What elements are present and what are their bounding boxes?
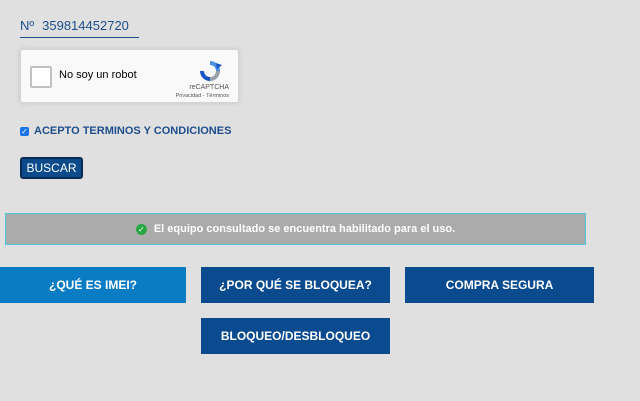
block-unblock-button[interactable]: BLOQUEO/DESBLOQUEO xyxy=(201,318,390,354)
why-blocked-button[interactable]: ¿POR QUÉ SE BLOQUEA? xyxy=(201,267,390,303)
recaptcha-brand: reCAPTCHA xyxy=(189,84,229,91)
recaptcha-logo-icon xyxy=(200,61,222,81)
search-button[interactable]: BUSCAR xyxy=(20,157,83,179)
recaptcha-label: No soy un robot xyxy=(59,69,137,81)
safe-purchase-button[interactable]: COMPRA SEGURA xyxy=(405,267,594,303)
imei-value: 359814452720 xyxy=(42,18,129,33)
terms-checkbox-row[interactable]: ✓ ACEPTO TERMINOS Y CONDICIONES xyxy=(20,125,231,137)
result-banner: ✓ El equipo consultado se encuentra habi… xyxy=(5,213,586,245)
recaptcha-checkbox[interactable] xyxy=(30,66,52,88)
result-message: El equipo consultado se encuentra habili… xyxy=(153,223,456,235)
what-is-imei-button[interactable]: ¿QUÉ ES IMEI? xyxy=(0,267,186,303)
imei-input[interactable]: Nº 359814452720 xyxy=(20,14,139,38)
check-circle-icon: ✓ xyxy=(135,223,147,235)
terms-label: ACEPTO TERMINOS Y CONDICIONES xyxy=(34,125,232,137)
recaptcha-terms-link[interactable]: Privacidad - Términos xyxy=(176,93,229,99)
recaptcha-widget: No soy un robot reCAPTCHA Privacidad - T… xyxy=(20,49,239,103)
imei-prefix: Nº xyxy=(20,18,35,33)
terms-checkbox[interactable]: ✓ xyxy=(20,126,29,136)
